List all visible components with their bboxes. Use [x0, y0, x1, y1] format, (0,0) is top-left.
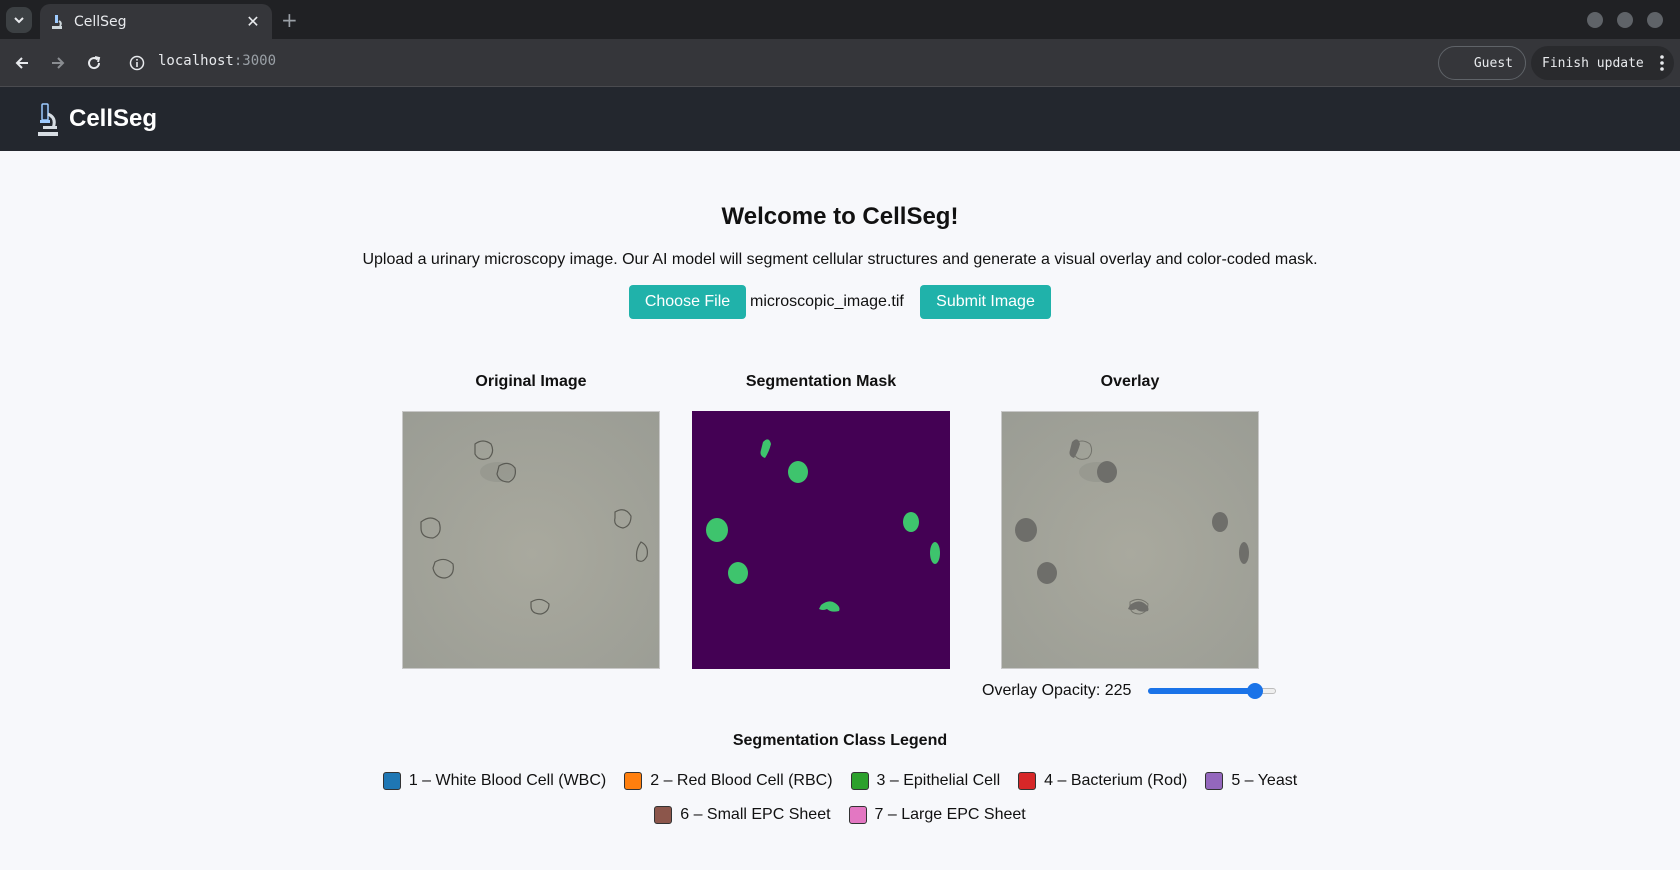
- legend-item: 2 – Red Blood Cell (RBC): [624, 772, 833, 790]
- microscope-favicon-icon: [50, 14, 64, 30]
- back-button[interactable]: [10, 51, 34, 75]
- legend-label: 2 – Red Blood Cell (RBC): [650, 772, 833, 789]
- new-tab-icon[interactable]: +: [281, 8, 298, 32]
- finish-update-button[interactable]: Finish update: [1531, 46, 1674, 80]
- legend-row-2: 6 – Small EPC Sheet 7 – Large EPC Sheet: [0, 806, 1680, 824]
- original-image-title: Original Image: [475, 373, 587, 390]
- legend-swatch: [1205, 772, 1224, 790]
- legend-label: 7 – Large EPC Sheet: [874, 806, 1026, 823]
- arrow-right-icon: [52, 57, 65, 69]
- minimize-window-button[interactable]: [1587, 12, 1603, 28]
- tab-search-button[interactable]: [6, 7, 32, 33]
- legend-row-1: 1 – White Blood Cell (WBC) 2 – Red Blood…: [0, 772, 1680, 790]
- legend-label: 3 – Epithelial Cell: [876, 772, 1001, 789]
- finish-update-label: Finish update: [1542, 55, 1644, 71]
- page-description: Upload a urinary microscopy image. Our A…: [362, 251, 1318, 268]
- legend-item: 4 – Bacterium (Rod): [1018, 772, 1187, 790]
- reload-button[interactable]: [82, 51, 106, 75]
- guest-label: Guest: [1473, 55, 1513, 71]
- overlay-image: [1001, 411, 1259, 669]
- browser-toolbar: localhost:3000 Guest Finish update: [0, 39, 1680, 87]
- close-window-button[interactable]: [1647, 12, 1663, 28]
- url-host: localhost: [158, 53, 234, 69]
- address-bar[interactable]: localhost:3000: [158, 53, 276, 69]
- legend-label: 1 – White Blood Cell (WBC): [408, 772, 607, 789]
- close-tab-icon[interactable]: ✕: [244, 12, 262, 31]
- legend-item: 6 – Small EPC Sheet: [654, 806, 831, 824]
- legend-swatch: [850, 772, 869, 790]
- legend-swatch: [382, 772, 401, 790]
- legend-item: 1 – White Blood Cell (WBC): [382, 772, 607, 790]
- legend-swatch: [848, 806, 867, 824]
- choose-file-button[interactable]: Choose File: [629, 285, 746, 319]
- legend-swatch: [624, 772, 643, 790]
- browser-tab[interactable]: CellSeg ✕: [40, 4, 272, 39]
- overlay-opacity-slider[interactable]: [1148, 683, 1276, 699]
- forward-button[interactable]: [46, 51, 70, 75]
- app-header: CellSeg: [0, 87, 1680, 151]
- selected-file-name: microscopic_image.tif: [750, 293, 904, 310]
- overlay-opacity-label: Overlay Opacity: 225: [982, 682, 1132, 699]
- submit-image-button[interactable]: Submit Image: [920, 285, 1051, 319]
- legend-item: 3 – Epithelial Cell: [850, 772, 1001, 790]
- arrow-left-icon: [15, 57, 28, 69]
- legend-item: 5 – Yeast: [1205, 772, 1297, 790]
- overlay-title: Overlay: [1100, 373, 1160, 390]
- url-port: :3000: [233, 53, 277, 69]
- page-title: Welcome to CellSeg!: [721, 203, 959, 230]
- legend-swatch: [654, 806, 673, 824]
- segmentation-mask-title: Segmentation Mask: [745, 373, 897, 390]
- more-menu-icon[interactable]: [1660, 54, 1664, 72]
- site-info-icon[interactable]: [128, 54, 146, 72]
- legend-swatch: [1018, 772, 1037, 790]
- slider-thumb[interactable]: [1247, 683, 1263, 699]
- segmentation-mask-image: [692, 411, 950, 669]
- legend-label: 6 – Small EPC Sheet: [680, 806, 831, 823]
- tab-title: CellSeg: [74, 13, 127, 30]
- legend-item: 7 – Large EPC Sheet: [848, 806, 1026, 824]
- original-image: [402, 411, 660, 669]
- legend-label: 4 – Bacterium (Rod): [1044, 772, 1188, 789]
- slider-fill: [1148, 688, 1255, 694]
- legend-label: 5 – Yeast: [1231, 772, 1298, 789]
- legend-title: Segmentation Class Legend: [732, 732, 948, 749]
- browser-tabstrip: CellSeg ✕ +: [0, 0, 1680, 39]
- app-brand[interactable]: CellSeg: [69, 105, 157, 133]
- maximize-window-button[interactable]: [1617, 12, 1633, 28]
- chevron-down-icon: [14, 17, 24, 24]
- microscope-logo-icon: [38, 103, 58, 136]
- reload-icon: [88, 56, 101, 70]
- guest-profile-button[interactable]: Guest: [1438, 46, 1526, 80]
